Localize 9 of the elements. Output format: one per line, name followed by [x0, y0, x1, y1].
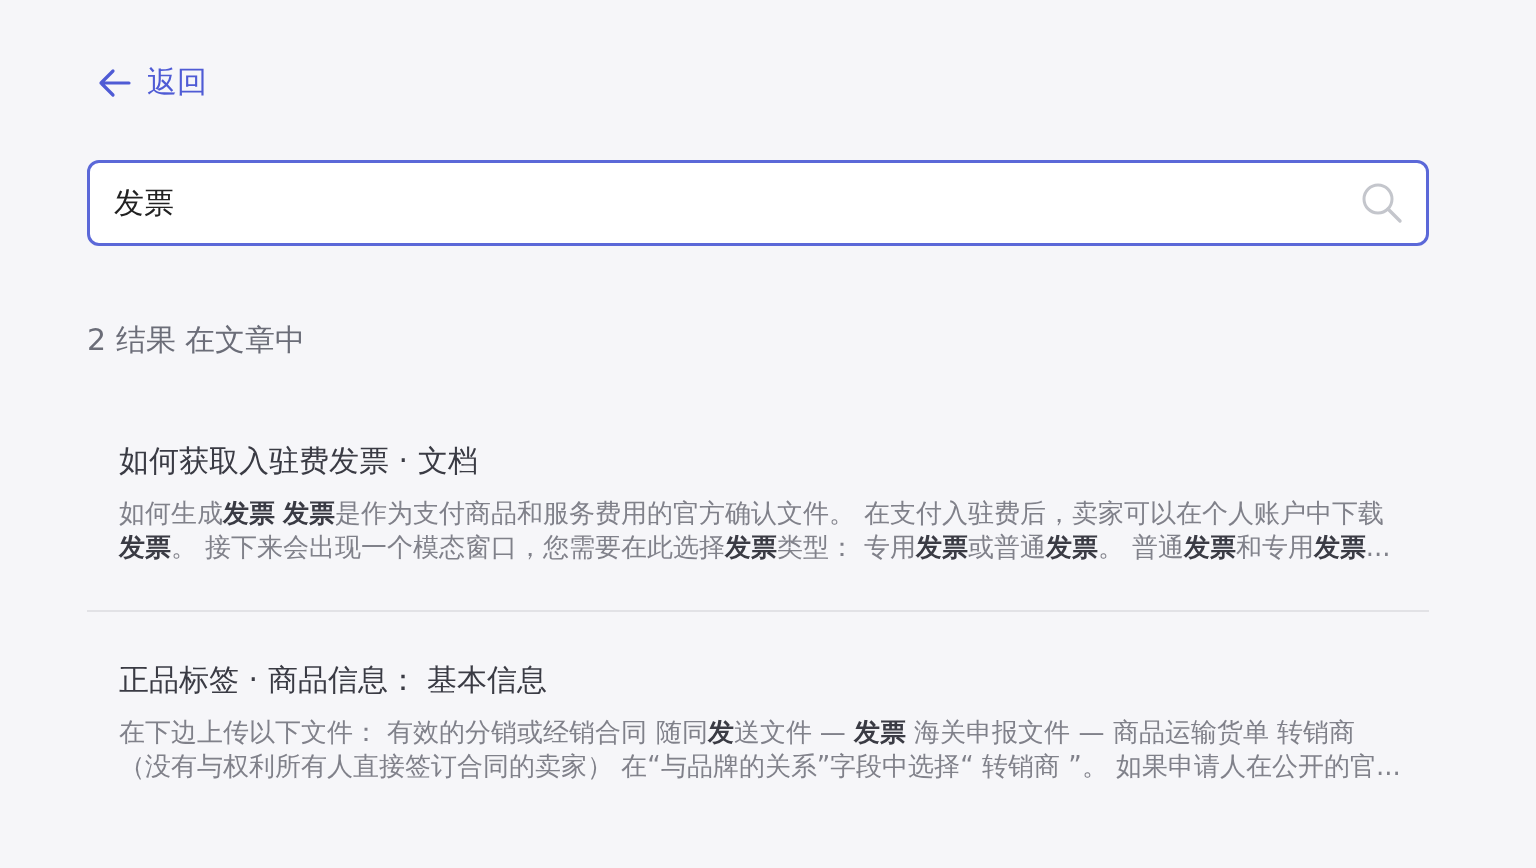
result-snippet: 在下边上传以下文件： 有效的分销或经销合同 随同发送文件 — 发票 海关申报文件 — 商品运输货单 转销商（没有与权利所有人直接签订合同的卖家） 在“与品牌的关系”字段中选择“ 转销商 ”。 如果申请人在公开的官... [119, 716, 1402, 783]
search-field[interactable]: 发票 [87, 160, 1429, 246]
back-arrow-icon [97, 67, 131, 98]
results-count: 2 结果 在文章中 [87, 321, 307, 359]
result-title[interactable]: 正品标签 · 商品信息： 基本信息 [119, 660, 548, 701]
back-link[interactable]: 返回 [97, 62, 207, 103]
search-icon[interactable] [1361, 182, 1403, 224]
result-snippet: 如何生成发票 发票是作为支付商品和服务费用的官方确认文件。 在支付入驻费后，卖家可以在个人账户中下载发票。 接下来会出现一个模态窗口，您需要在此选择发票类型： 专用发票或普通发票。 普通发票和专用发票... [119, 497, 1392, 564]
result-title[interactable]: 如何获取入驻费发票 · 文档 [119, 441, 478, 482]
